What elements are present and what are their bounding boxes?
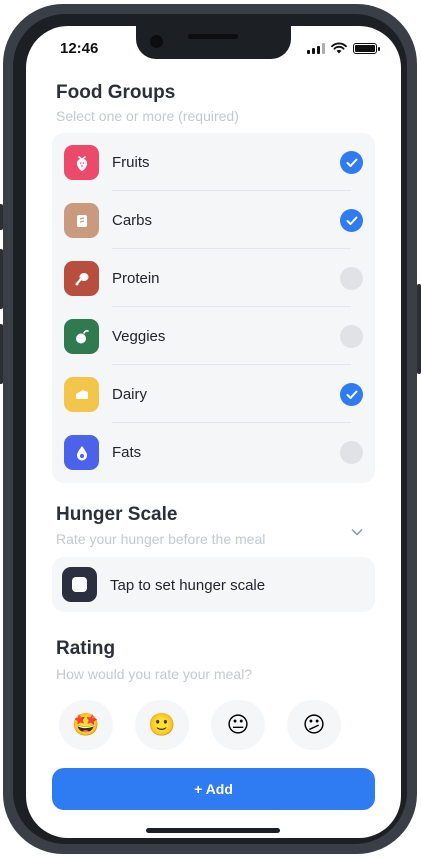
food-groups-title: Food Groups — [56, 82, 176, 103]
food-group-label: Fruits — [112, 154, 150, 171]
food-groups-list: Fruits Carbs Protein Veggies Dairy Fats — [52, 133, 375, 483]
food-group-label: Protein — [112, 270, 160, 287]
food-group-label: Fats — [112, 444, 142, 461]
wifi-icon — [331, 42, 347, 54]
notch — [136, 26, 291, 59]
checkmark-icon[interactable] — [340, 151, 363, 174]
mute-switch — [0, 204, 3, 230]
rating-title: Rating — [56, 638, 116, 659]
rating-options: 🤩 🙂 😐 😕 — [59, 700, 369, 750]
checkbox-empty-icon[interactable] — [340, 441, 363, 464]
earpiece-speaker — [188, 34, 238, 39]
checkbox-empty-icon[interactable] — [340, 267, 363, 290]
front-camera — [150, 35, 163, 48]
checkbox-empty-icon[interactable] — [340, 325, 363, 348]
cheese-icon — [64, 377, 99, 412]
food-group-label: Veggies — [112, 328, 166, 345]
hunger-scale-button[interactable]: Tap to set hunger scale — [52, 557, 375, 612]
food-groups-subtitle: Select one or more (required) — [56, 108, 239, 124]
bread-icon — [64, 203, 99, 238]
status-icons — [307, 42, 380, 54]
hunger-scale-title: Hunger Scale — [56, 504, 178, 525]
hunger-scale-subtitle: Rate your hunger before the meal — [56, 531, 266, 547]
rating-unhappy-button[interactable]: 😕 — [287, 700, 341, 750]
app-screen: 12:46 Food Groups Select one or more (re… — [26, 26, 401, 838]
checkmark-icon[interactable] — [340, 383, 363, 406]
power-button — [417, 284, 421, 374]
rating-neutral-button[interactable]: 😐 — [211, 700, 265, 750]
cellular-signal-icon — [307, 42, 325, 54]
food-group-label: Carbs — [112, 212, 153, 229]
square-icon — [62, 567, 97, 602]
rating-happy-button[interactable]: 🙂 — [135, 700, 189, 750]
volume-down-button — [0, 324, 3, 384]
hunger-scale-button-label: Tap to set hunger scale — [110, 577, 266, 594]
rating-subtitle: How would you rate your meal? — [56, 666, 253, 682]
checkmark-icon[interactable] — [340, 209, 363, 232]
food-group-item-fats[interactable]: Fats — [52, 423, 375, 481]
food-group-item-dairy[interactable]: Dairy — [52, 365, 375, 423]
strawberry-icon — [64, 145, 99, 180]
battery-icon — [353, 42, 380, 54]
vegetable-icon — [64, 319, 99, 354]
food-group-item-fruits[interactable]: Fruits — [52, 133, 375, 191]
food-group-item-carbs[interactable]: Carbs — [52, 191, 375, 249]
home-indicator — [146, 828, 280, 833]
food-group-item-protein[interactable]: Protein — [52, 249, 375, 307]
avocado-icon — [64, 435, 99, 470]
food-group-label: Dairy — [112, 386, 148, 403]
phone-frame: 12:46 Food Groups Select one or more (re… — [0, 4, 421, 854]
rating-star-struck-button[interactable]: 🤩 — [59, 700, 113, 750]
drumstick-icon — [64, 261, 99, 296]
chevron-down-icon[interactable] — [351, 526, 363, 538]
status-time: 12:46 — [60, 40, 99, 57]
volume-up-button — [0, 249, 3, 309]
food-group-item-veggies[interactable]: Veggies — [52, 307, 375, 365]
add-button[interactable]: + Add — [52, 768, 375, 810]
